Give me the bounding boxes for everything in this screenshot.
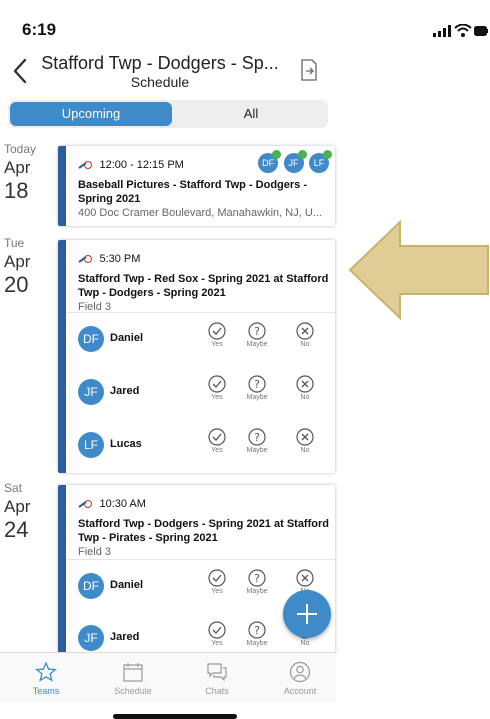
- player-name: Lucas: [110, 438, 142, 450]
- event-month: Apr: [4, 252, 31, 271]
- chat-icon: [207, 663, 227, 682]
- star-icon: [35, 661, 57, 682]
- check-circle-icon: [208, 569, 226, 587]
- question-circle-icon: ?: [248, 569, 266, 587]
- rsvp-no-button[interactable]: No: [290, 322, 320, 348]
- event-month: Apr: [4, 158, 31, 177]
- check-circle-icon: [208, 621, 226, 639]
- tab-account[interactable]: Account: [270, 661, 330, 696]
- baseball-team-icon: [78, 254, 92, 263]
- svg-text:?: ?: [254, 572, 260, 585]
- tab-schedule[interactable]: Schedule: [103, 661, 163, 696]
- event-day: 20: [4, 272, 29, 297]
- question-circle-icon: ?: [248, 375, 266, 393]
- avatar: JF: [78, 625, 104, 651]
- annotation-arrow-icon: [348, 220, 489, 320]
- tab-teams[interactable]: Teams: [16, 661, 76, 696]
- player-name: Daniel: [110, 579, 144, 591]
- calendar-icon: [123, 663, 143, 682]
- rsvp-no-button[interactable]: No: [290, 428, 320, 454]
- svg-text:?: ?: [254, 431, 260, 444]
- event-weekday: Today: [4, 142, 37, 156]
- event-weekday: Tue: [4, 236, 25, 250]
- event-title: Baseball Pictures - Stafford Twp - Dodge…: [78, 179, 307, 205]
- avatar: LF: [78, 432, 104, 458]
- tab-chats[interactable]: Chats: [187, 661, 247, 696]
- event-title: Stafford Twp - Dodgers - Spring 2021 at …: [78, 518, 329, 544]
- divider: [66, 559, 335, 560]
- player-name: Daniel: [110, 332, 144, 344]
- rsvp-maybe-button[interactable]: ? Maybe: [242, 322, 272, 348]
- question-circle-icon: ?: [248, 322, 266, 340]
- tab-bar: Teams Schedule Chats Account: [0, 652, 336, 702]
- rsvp-no-button[interactable]: No: [290, 375, 320, 401]
- event-date-1: Today Apr 18: [4, 142, 52, 204]
- rsvp-maybe-button[interactable]: ? Maybe: [242, 375, 272, 401]
- baseball-team-icon: [78, 499, 92, 508]
- event-date-2: Tue Apr 20: [4, 236, 52, 298]
- event-card-2[interactable]: 5:30 PM Stafford Twp - Red Sox - Spring …: [58, 240, 335, 473]
- back-chevron-icon[interactable]: [12, 58, 28, 84]
- rsvp-yes-button[interactable]: Yes: [202, 428, 232, 454]
- svg-text:?: ?: [254, 325, 260, 338]
- question-circle-icon: ?: [248, 428, 266, 446]
- x-circle-icon: [296, 428, 314, 446]
- avatar: DF: [78, 573, 104, 599]
- question-circle-icon: ?: [248, 621, 266, 639]
- event-day: 24: [4, 517, 29, 542]
- add-event-button[interactable]: [283, 590, 331, 638]
- status-bar: 6:19: [0, 0, 490, 44]
- check-circle-icon: [208, 428, 226, 446]
- rsvp-yes-button[interactable]: Yes: [202, 621, 232, 647]
- page-title: Stafford Twp - Dodgers - Sp...: [41, 53, 279, 73]
- battery-icon: [474, 26, 488, 36]
- event-time: 10:30 AM: [99, 497, 146, 510]
- status-time: 6:19: [22, 20, 57, 39]
- event-date-3: Sat Apr 24: [4, 481, 52, 543]
- cellular-signal-icon: [433, 25, 451, 37]
- x-circle-icon: [296, 375, 314, 393]
- svg-text:?: ?: [254, 624, 260, 637]
- rsvp-yes-button[interactable]: Yes: [202, 375, 232, 401]
- schedule-filter-segmented: Upcoming All: [8, 100, 328, 128]
- baseball-team-icon: [78, 160, 92, 169]
- event-location: 400 Doc Cramer Boulevard, Manahawkin, NJ…: [78, 207, 322, 219]
- player-name: Jared: [110, 631, 140, 643]
- page-subtitle: Schedule: [130, 74, 190, 90]
- svg-text:?: ?: [254, 378, 260, 391]
- event-month: Apr: [4, 497, 31, 516]
- x-circle-icon: [296, 569, 314, 587]
- event-card-1[interactable]: DF JF LF 12:00 - 12:15 PM Baseball Pictu…: [58, 146, 335, 226]
- rsvp-yes-button[interactable]: Yes: [202, 569, 232, 595]
- event-location: Field 3: [78, 546, 112, 558]
- check-circle-icon: [208, 375, 226, 393]
- event-day: 18: [4, 178, 29, 203]
- event-title: Stafford Twp - Red Sox - Spring 2021 at …: [78, 273, 329, 299]
- rsvp-maybe-button[interactable]: ? Maybe: [242, 621, 272, 647]
- home-indicator: [113, 714, 237, 719]
- event-time: 5:30 PM: [99, 252, 141, 265]
- wifi-icon: [454, 24, 472, 37]
- avatar: DF: [78, 326, 104, 352]
- rsvp-yes-button[interactable]: Yes: [202, 322, 232, 348]
- check-circle-icon: [208, 322, 226, 340]
- rsvp-row: LF Lucas Yes ? Maybe No: [66, 420, 335, 472]
- segment-upcoming[interactable]: Upcoming: [10, 102, 172, 126]
- x-circle-icon: [296, 322, 314, 340]
- divider: [66, 312, 335, 313]
- segment-all[interactable]: All: [176, 102, 326, 126]
- rsvp-maybe-button[interactable]: ? Maybe: [242, 569, 272, 595]
- rsvp-row: JF Jared Yes ? Maybe No: [66, 367, 335, 419]
- rsvp-row: DF Daniel Yes ?Maybe No: [66, 314, 335, 366]
- export-icon[interactable]: [298, 58, 320, 82]
- event-weekday: Sat: [4, 481, 23, 495]
- person-icon: [289, 661, 311, 683]
- event-time: 12:00 - 12:15 PM: [99, 158, 184, 171]
- avatar: JF: [78, 379, 104, 405]
- player-name: Jared: [110, 385, 140, 397]
- rsvp-maybe-button[interactable]: ? Maybe: [242, 428, 272, 454]
